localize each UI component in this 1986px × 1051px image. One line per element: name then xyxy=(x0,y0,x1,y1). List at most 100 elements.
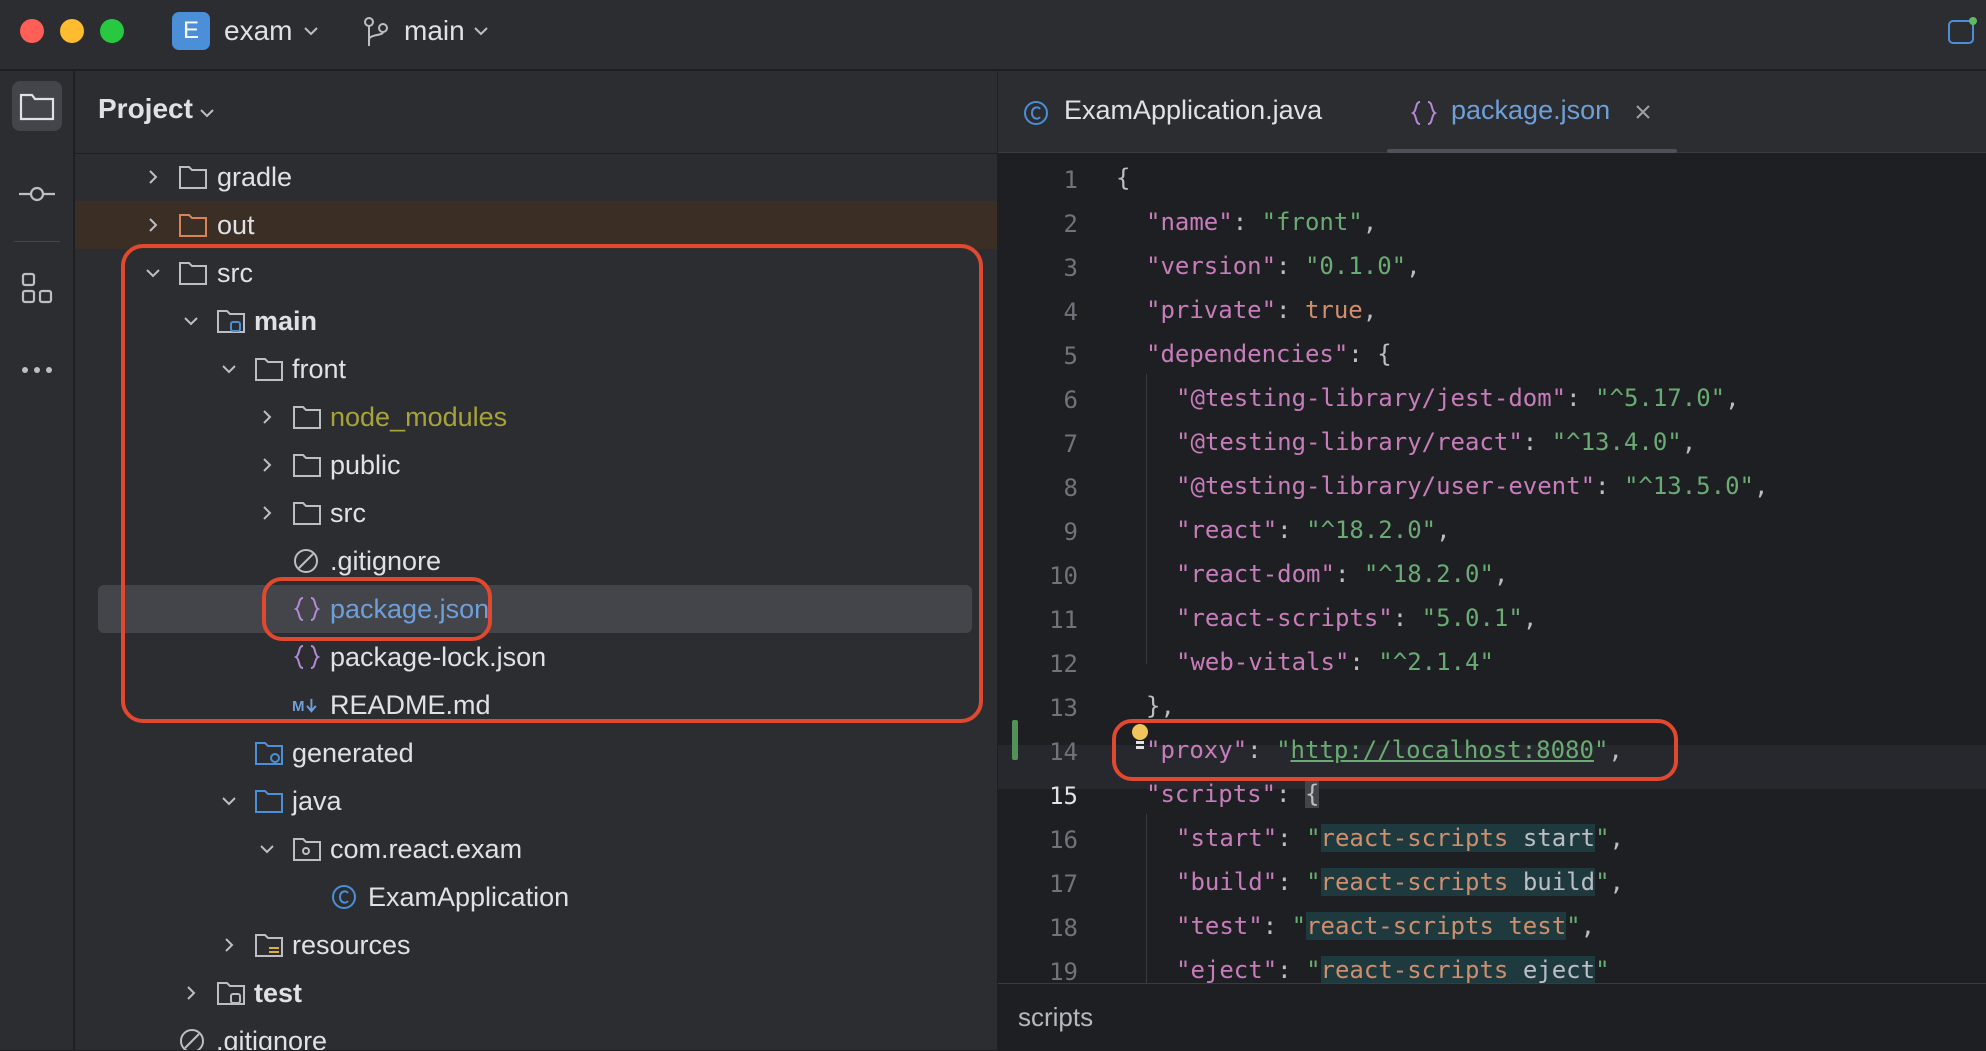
code-line: "dependencies": { xyxy=(1146,340,1392,368)
annotation-box-package-json xyxy=(262,577,492,641)
tree-row[interactable]: test xyxy=(75,969,997,1017)
line-number: 6 xyxy=(1063,386,1078,414)
tree-row-label: .gitignore xyxy=(216,1026,328,1050)
line-number-gutter: 1 2 3 4 5 6 7 8 9 10 11 12 13 14 15 16 1… xyxy=(998,154,1108,1049)
code-line: "react-dom": "^18.2.0", xyxy=(1176,560,1509,588)
tab-label: ExamApplication.java xyxy=(1064,95,1323,125)
line-number: 7 xyxy=(1063,430,1078,458)
tree-row[interactable]: resources xyxy=(75,921,997,969)
breadcrumb-item[interactable]: scripts xyxy=(1018,1002,1093,1033)
tree-row-label: generated xyxy=(292,738,414,768)
maximize-window-button[interactable] xyxy=(100,19,124,43)
tab-label: package.json xyxy=(1451,95,1611,125)
chevron-down-icon[interactable] xyxy=(199,105,215,121)
close-icon[interactable] xyxy=(1634,103,1652,121)
tree-row-label: test xyxy=(254,978,303,1008)
tab-exam-application[interactable]: ExamApplication.java xyxy=(998,71,1378,153)
commit-icon xyxy=(19,186,55,202)
code-line: "name": "front", xyxy=(1146,208,1378,236)
line-number: 11 xyxy=(1049,606,1078,634)
tree-row[interactable]: com.react.exam xyxy=(75,825,997,873)
close-window-button[interactable] xyxy=(20,19,44,43)
chevron-right-icon[interactable] xyxy=(145,217,161,233)
code-line: "test": "react-scripts test", xyxy=(1176,912,1596,940)
folder-icon xyxy=(179,166,207,189)
tool-window-rail xyxy=(0,71,74,1050)
tree-row-label: java xyxy=(292,786,342,816)
chevron-right-icon[interactable] xyxy=(183,985,199,1001)
line-number: 12 xyxy=(1049,650,1078,678)
chevron-down-icon[interactable] xyxy=(259,841,275,857)
line-number: 4 xyxy=(1063,298,1078,326)
notifications-icon[interactable] xyxy=(1946,16,1978,46)
more-tools-button[interactable] xyxy=(12,345,62,395)
tree-row[interactable]: java xyxy=(75,777,997,825)
structure-icon xyxy=(21,272,53,304)
line-number: 16 xyxy=(1049,826,1078,854)
line-number: 2 xyxy=(1063,210,1078,238)
code-line: "eject": "react-scripts eject" xyxy=(1176,956,1610,984)
tree-row-label: com.react.exam xyxy=(330,834,523,864)
more-icon xyxy=(22,367,52,373)
line-number: 19 xyxy=(1049,958,1078,986)
line-number: 8 xyxy=(1063,474,1078,502)
commit-tool-button[interactable] xyxy=(12,169,62,219)
code-line: "start": "react-scripts start", xyxy=(1176,824,1624,852)
line-number: 18 xyxy=(1049,914,1078,942)
project-panel: Project gradle out src main front node_m… xyxy=(75,71,997,1050)
json-file-icon xyxy=(1410,101,1438,125)
tree-row[interactable]: .gitignore xyxy=(75,1017,997,1050)
class-icon xyxy=(332,885,356,909)
excluded-folder-icon xyxy=(179,214,207,237)
minimize-window-button[interactable] xyxy=(60,19,84,43)
tab-package-json[interactable]: package.json xyxy=(1387,71,1677,153)
breadcrumb: scripts xyxy=(998,983,1986,1051)
code-line: "version": "0.1.0", xyxy=(1146,252,1421,280)
project-badge[interactable]: E xyxy=(172,12,210,50)
rail-divider xyxy=(14,241,60,242)
project-panel-header: Project xyxy=(75,71,997,153)
branch-dropdown[interactable]: main xyxy=(404,14,465,48)
code-area[interactable]: { "name": "front", "version": "0.1.0", "… xyxy=(1116,154,1986,984)
package-folder-icon xyxy=(293,838,321,861)
chevron-right-icon[interactable] xyxy=(145,169,161,185)
line-number: 5 xyxy=(1063,342,1078,370)
line-number: 14 xyxy=(1049,738,1078,766)
folder-icon xyxy=(19,93,55,121)
code-line: "web-vitals": "^2.1.4" xyxy=(1176,648,1494,676)
chevron-down-icon xyxy=(474,27,488,36)
tree-row[interactable]: gradle xyxy=(75,153,997,201)
chevron-down-icon xyxy=(304,27,318,36)
code-line: "react": "^18.2.0", xyxy=(1176,516,1451,544)
project-tool-button[interactable] xyxy=(12,81,62,131)
active-tab-indicator xyxy=(1387,149,1677,153)
tree-row-label: gradle xyxy=(217,162,293,192)
tree-row[interactable]: out xyxy=(75,201,997,249)
project-panel-title[interactable]: Project xyxy=(98,93,193,125)
code-line: "@testing-library/jest-dom": "^5.17.0", xyxy=(1176,384,1740,412)
editor-tab-bar: ExamApplication.java package.json xyxy=(998,71,1986,153)
title-bar: E exam main xyxy=(0,0,1986,70)
tree-row-label: out xyxy=(217,210,255,240)
branch-icon xyxy=(364,17,388,46)
structure-tool-button[interactable] xyxy=(12,263,62,313)
code-line: "@testing-library/react": "^13.4.0", xyxy=(1176,428,1697,456)
tree-row[interactable]: generated xyxy=(75,729,997,777)
code-line: { xyxy=(1116,164,1131,192)
chevron-right-icon[interactable] xyxy=(221,937,237,953)
tree-row[interactable]: ExamApplication xyxy=(75,873,997,921)
chevron-down-icon[interactable] xyxy=(221,793,237,809)
line-number: 9 xyxy=(1063,518,1078,546)
project-name-dropdown[interactable]: exam xyxy=(224,14,292,48)
editor: ExamApplication.java package.json 1 2 3 … xyxy=(998,71,1986,1051)
source-folder-icon xyxy=(255,790,283,813)
module-folder-icon xyxy=(217,982,245,1005)
line-number: 13 xyxy=(1049,694,1078,722)
indent-guide xyxy=(1146,814,1147,984)
line-number: 17 xyxy=(1049,870,1078,898)
code-line: "build": "react-scripts build", xyxy=(1176,868,1624,896)
annotation-box-src xyxy=(121,244,983,723)
code-line: "@testing-library/user-event": "^13.5.0"… xyxy=(1176,472,1769,500)
line-number: 3 xyxy=(1063,254,1078,282)
code-line: "private": true, xyxy=(1146,296,1378,324)
